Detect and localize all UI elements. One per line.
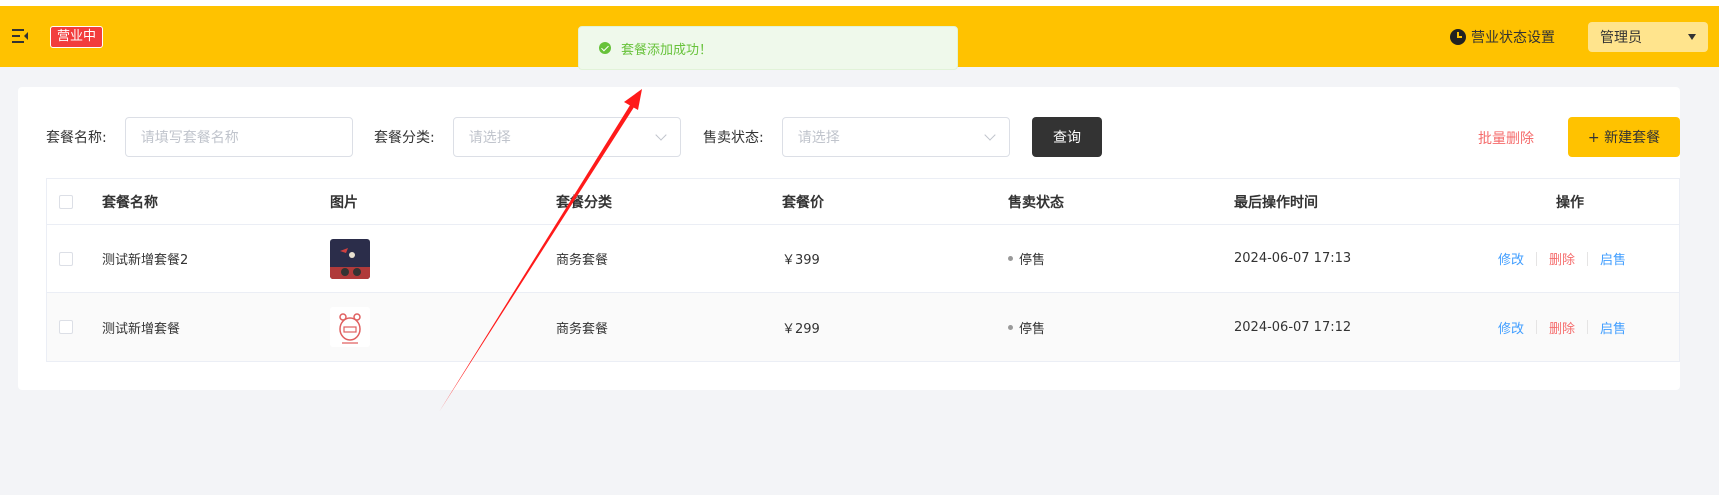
status-dot-icon xyxy=(1008,256,1013,261)
table-header: 套餐名称 图片 套餐分类 套餐价 售卖状态 最后操作时间 操作 xyxy=(47,179,1679,225)
row-checkbox[interactable] xyxy=(59,320,73,334)
status-select-placeholder: 请选择 xyxy=(797,130,840,146)
chevron-down-icon xyxy=(655,129,667,141)
status-select[interactable]: 请选择 xyxy=(781,117,1010,157)
table-row: 测试新增套餐2 商务套餐 ￥399 停售 2024-06-07 17:13 修改… xyxy=(47,225,1679,293)
col-price: 套餐价 xyxy=(782,194,824,211)
row-updated: 2024-06-07 17:13 xyxy=(1234,251,1352,266)
row-updated: 2024-06-07 17:12 xyxy=(1234,319,1352,335)
select-all-checkbox[interactable] xyxy=(59,194,73,209)
menu-fold-icon[interactable] xyxy=(12,29,28,43)
filter-status-label: 售卖状态: xyxy=(703,130,764,146)
col-actions: 操作 xyxy=(1556,194,1584,211)
delete-button[interactable]: 删除 xyxy=(1537,318,1587,337)
toast-message: 套餐添加成功！ xyxy=(621,42,713,58)
row-price: ￥299 xyxy=(782,321,820,337)
row-status-text: 停售 xyxy=(1019,253,1046,268)
combo-image-thumbnail xyxy=(330,307,370,347)
status-dot-icon xyxy=(1008,324,1013,330)
row-category: 商务套餐 xyxy=(556,253,609,268)
row-checkbox[interactable] xyxy=(59,251,73,266)
name-search-input[interactable]: 请填写套餐名称 xyxy=(124,117,353,157)
col-status: 售卖状态 xyxy=(1008,194,1064,211)
col-category: 套餐分类 xyxy=(556,194,612,211)
col-updated: 最后操作时间 xyxy=(1234,194,1318,211)
table-row: 测试新增套餐 商务套餐 ￥299 停售 2024-06-07 17:12 修改 … xyxy=(47,293,1679,361)
combo-table: 套餐名称 图片 套餐分类 套餐价 售卖状态 最后操作时间 操作 测试新增套餐2 … xyxy=(46,178,1680,362)
row-name: 测试新增套餐 xyxy=(102,321,181,337)
start-sale-button[interactable]: 启售 xyxy=(1588,249,1638,268)
row-status: 停售 xyxy=(1008,225,1045,292)
combo-image-thumbnail xyxy=(330,238,370,279)
filter-name: 套餐名称: 请填写套餐名称 xyxy=(46,117,353,157)
business-status-settings[interactable]: 营业状态设置 xyxy=(1450,27,1555,47)
edit-button[interactable]: 修改 xyxy=(1486,318,1536,337)
clock-icon xyxy=(1450,29,1466,45)
filter-category-label: 套餐分类: xyxy=(374,130,435,146)
col-name: 套餐名称 xyxy=(102,194,158,211)
start-sale-button[interactable]: 启售 xyxy=(1588,318,1638,337)
category-select-placeholder: 请选择 xyxy=(468,130,511,146)
filter-status: 售卖状态: 请选择 xyxy=(703,117,1010,157)
row-name: 测试新增套餐2 xyxy=(102,253,189,268)
success-toast: 套餐添加成功！ xyxy=(578,26,958,70)
edit-button[interactable]: 修改 xyxy=(1486,249,1536,268)
filter-name-label: 套餐名称: xyxy=(46,130,107,146)
filter-category: 套餐分类: 请选择 xyxy=(374,117,681,157)
row-actions: 修改 删除 启售 xyxy=(1486,293,1638,361)
row-category: 商务套餐 xyxy=(556,321,609,337)
new-combo-button[interactable]: + 新建套餐 xyxy=(1568,117,1680,157)
category-select[interactable]: 请选择 xyxy=(452,117,681,157)
row-actions: 修改 删除 启售 xyxy=(1486,225,1638,292)
delete-button[interactable]: 删除 xyxy=(1537,249,1587,268)
row-price: ￥399 xyxy=(782,253,820,268)
caret-down-icon xyxy=(1688,34,1696,40)
user-name: 管理员 xyxy=(1600,30,1642,46)
business-status-label: 营业状态设置 xyxy=(1471,30,1555,46)
batch-delete-button[interactable]: 批量删除 xyxy=(1478,128,1534,148)
user-dropdown[interactable]: 管理员 xyxy=(1588,22,1708,52)
row-status-text: 停售 xyxy=(1019,321,1046,337)
chevron-down-icon xyxy=(984,129,996,141)
query-button[interactable]: 查询 xyxy=(1032,117,1102,157)
check-circle-icon xyxy=(599,42,611,54)
business-status-badge: 营业中 xyxy=(50,26,104,48)
row-status: 停售 xyxy=(1008,293,1045,361)
name-input-placeholder: 请填写套餐名称 xyxy=(140,130,239,146)
col-image: 图片 xyxy=(330,194,358,211)
